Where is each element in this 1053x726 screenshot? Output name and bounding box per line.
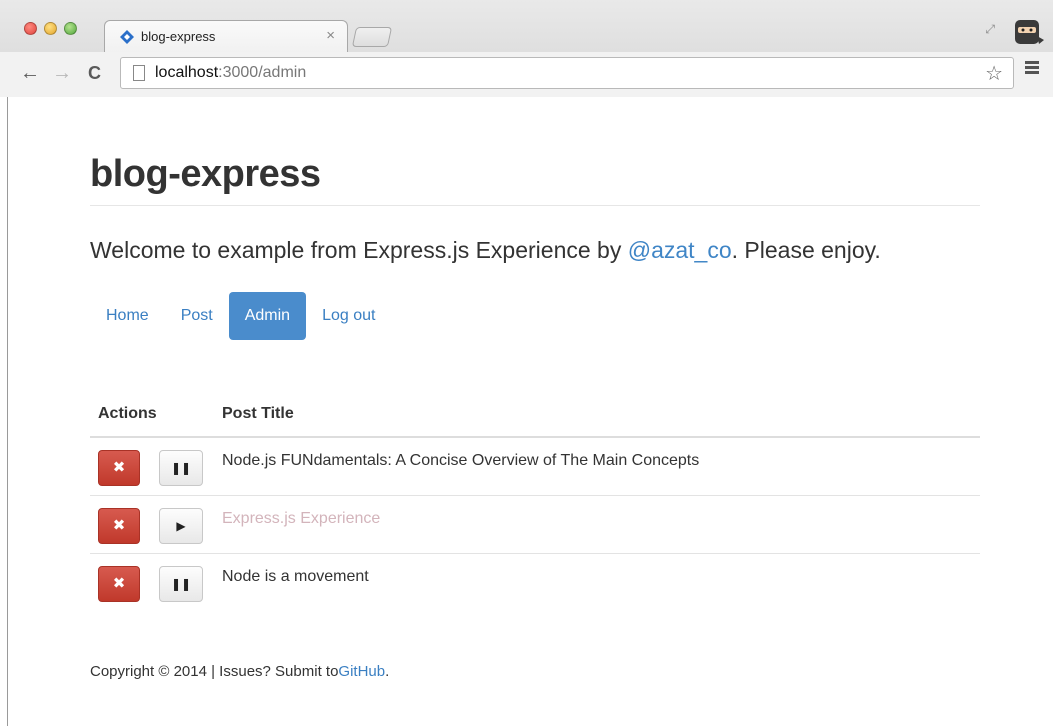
url-path: :3000/admin bbox=[218, 64, 307, 81]
forward-button[interactable]: → bbox=[52, 61, 72, 85]
new-tab-button[interactable] bbox=[351, 27, 393, 47]
delete-post-button[interactable]: ✖ bbox=[98, 450, 140, 486]
site-title: blog-express bbox=[90, 153, 321, 195]
footer: Copyright © 2014 | Issues? Submit toGitH… bbox=[90, 663, 389, 680]
post-title: Node is a movement bbox=[222, 568, 369, 585]
column-header-actions: Actions bbox=[98, 405, 157, 422]
favicon-icon bbox=[120, 30, 134, 44]
lead-prefix: Welcome to example from Express.js Exper… bbox=[90, 237, 628, 263]
browser-toolbar: ← → C localhost:3000/admin ☆ bbox=[0, 52, 1053, 97]
welcome-lead: Welcome to example from Express.js Exper… bbox=[90, 237, 881, 264]
lead-suffix: . Please enjoy. bbox=[731, 237, 881, 263]
nav-item-logout[interactable]: Log out bbox=[306, 292, 391, 340]
tab-title: blog-express bbox=[141, 29, 216, 44]
window-controls bbox=[24, 22, 77, 35]
table-row: ✖ ❚❚ Node is a movement bbox=[90, 554, 980, 612]
page-content: blog-express Welcome to example from Exp… bbox=[0, 97, 1053, 726]
zoom-window-button[interactable] bbox=[64, 22, 77, 35]
delete-post-button[interactable]: ✖ bbox=[98, 508, 140, 544]
browser-tab-blog-express[interactable]: blog-express × bbox=[104, 20, 348, 52]
close-window-button[interactable] bbox=[24, 22, 37, 35]
unpublish-post-button[interactable]: ❚❚ bbox=[159, 566, 203, 602]
browser-chrome: blog-express × ⤢ ← → C localhost:3000/ad… bbox=[0, 0, 1053, 97]
nav-item-home[interactable]: Home bbox=[90, 292, 165, 340]
delete-post-button[interactable]: ✖ bbox=[98, 566, 140, 602]
reload-button[interactable]: C bbox=[88, 61, 101, 85]
column-header-post-title: Post Title bbox=[222, 405, 294, 422]
bookmark-star-icon[interactable]: ☆ bbox=[985, 61, 1003, 86]
profile-avatar-icon[interactable] bbox=[1011, 14, 1045, 48]
footer-text: Copyright © 2014 | Issues? Submit to bbox=[90, 663, 339, 680]
publish-post-button[interactable]: ▶ bbox=[159, 508, 203, 544]
footer-suffix: . bbox=[385, 663, 390, 680]
minimize-window-button[interactable] bbox=[44, 22, 57, 35]
unpublish-post-button[interactable]: ❚❚ bbox=[159, 450, 203, 486]
github-link[interactable]: GitHub bbox=[338, 663, 385, 680]
main-nav: Home Post Admin Log out bbox=[90, 292, 391, 340]
table-row: ✖ ▶ Express.js Experience bbox=[90, 496, 980, 554]
fullscreen-icon[interactable]: ⤢ bbox=[985, 22, 995, 37]
back-button[interactable]: ← bbox=[20, 61, 40, 85]
tab-close-icon[interactable]: × bbox=[326, 27, 335, 44]
address-bar[interactable]: localhost:3000/admin ☆ bbox=[120, 57, 1014, 89]
url-host: localhost bbox=[155, 64, 219, 81]
post-title: Node.js FUNdamentals: A Concise Overview… bbox=[222, 452, 700, 469]
title-divider bbox=[90, 205, 980, 206]
table-row: ✖ ❚❚ Node.js FUNdamentals: A Concise Ove… bbox=[90, 438, 980, 496]
post-title: Express.js Experience bbox=[222, 510, 381, 527]
url-text: localhost:3000/admin bbox=[155, 64, 306, 82]
browser-menu-icon[interactable] bbox=[1025, 61, 1039, 75]
nav-item-post[interactable]: Post bbox=[165, 292, 229, 340]
author-link[interactable]: @azat_co bbox=[628, 237, 732, 263]
page-icon bbox=[133, 65, 145, 81]
nav-item-admin[interactable]: Admin bbox=[228, 292, 307, 340]
